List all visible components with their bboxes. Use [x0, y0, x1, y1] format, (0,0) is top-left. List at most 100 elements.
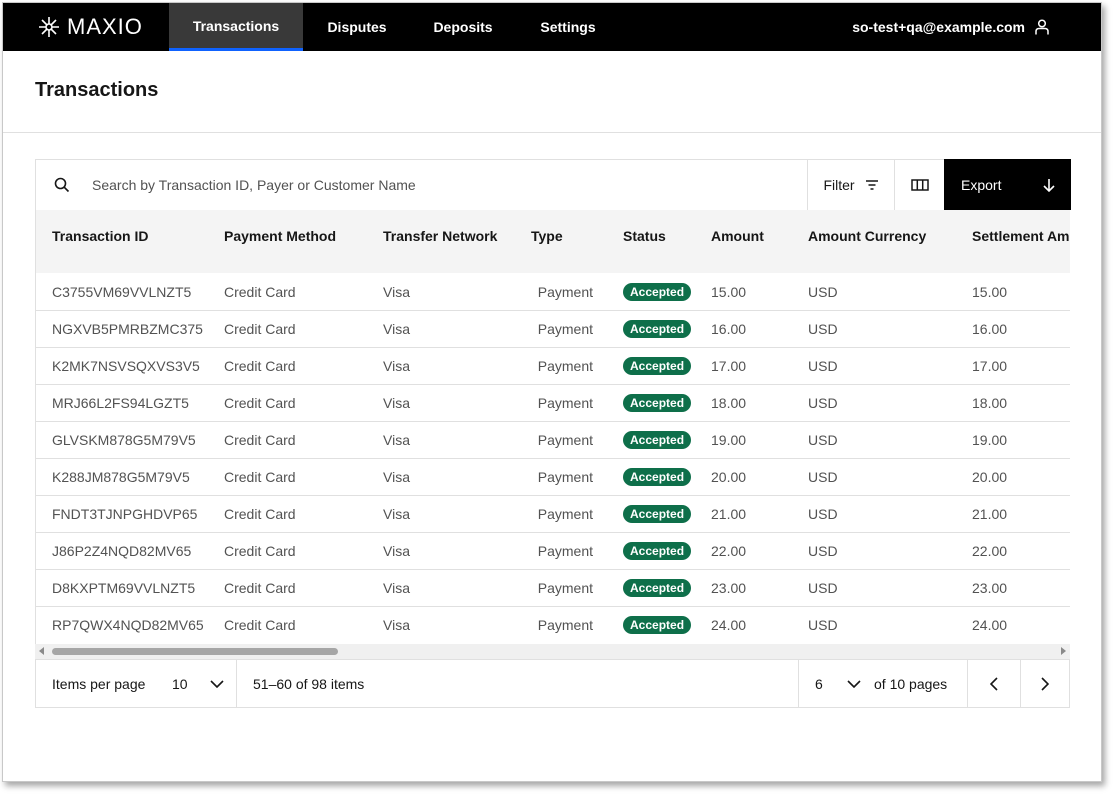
page-title: Transactions	[35, 79, 159, 101]
payment-method-cell: Credit Card	[224, 468, 296, 485]
status-badge: Accepted	[623, 430, 692, 449]
items-per-page-select[interactable]: 10	[172, 660, 236, 707]
table-row[interactable]: FNDT3TJNPGHDVP65 Credit Card Visa Payment Ac…	[36, 495, 1070, 532]
next-page-button[interactable]	[1021, 660, 1069, 707]
transfer-network-cell: Visa	[383, 579, 410, 596]
type-cell: Payment	[537, 357, 593, 374]
table-row[interactable]: MRJ66L2FS94LGZT5 Credit Card Visa Payment Ac…	[36, 384, 1070, 421]
settlement-amount-cell: 15.00	[972, 284, 1008, 301]
type-cell: Payment	[537, 505, 593, 522]
page-number-select[interactable]: 6	[815, 660, 861, 707]
status-cell: Accepted	[607, 347, 695, 384]
amount-cell: 22.00	[711, 542, 747, 559]
column-header[interactable]: Payment Method	[208, 210, 367, 273]
column-header[interactable]: Amount Currency	[792, 210, 956, 273]
amount-cell: 21.00	[711, 505, 747, 522]
search-icon	[54, 177, 70, 193]
settlement-amount-cell: 19.00	[972, 431, 1008, 448]
total-pages: of 10 pages	[874, 676, 948, 692]
top-nav: MAXIO Transactions Disputes Deposits Set…	[3, 3, 1101, 51]
transaction-id-cell: NGXVB5PMRBZMC375	[52, 320, 203, 337]
type-cell: Payment	[537, 394, 593, 411]
brand-name: MAXIO	[67, 14, 143, 39]
currency-cell: USD	[808, 468, 838, 485]
transfer-network-cell: Visa	[383, 505, 410, 522]
chevron-right-icon	[1041, 676, 1049, 691]
type-cell: Payment	[537, 468, 593, 485]
currency-cell: USD	[808, 320, 838, 337]
status-cell: Accepted	[607, 532, 695, 569]
scroll-right-icon[interactable]	[1061, 647, 1066, 655]
status-badge: Accepted	[623, 467, 692, 486]
currency-cell: USD	[808, 357, 838, 374]
column-header[interactable]: Amount	[695, 210, 792, 273]
payment-method-cell: Credit Card	[224, 542, 296, 559]
payment-method-cell: Credit Card	[224, 284, 296, 301]
scroll-left-icon[interactable]	[39, 647, 44, 655]
export-label: Export	[961, 176, 1002, 193]
transfer-network-cell: Visa	[383, 542, 410, 559]
status-cell: Accepted	[607, 458, 695, 495]
arrow-down-icon	[1043, 178, 1055, 192]
table-row[interactable]: K2MK7NSVSQXVS3V5 Credit Card Visa Payment Ac…	[36, 347, 1070, 384]
user-menu[interactable]: so-test+qa@example.com	[852, 3, 1049, 51]
filter-button[interactable]: Filter	[807, 160, 894, 210]
transfer-network-cell: Visa	[383, 284, 410, 301]
status-cell: Accepted	[607, 569, 695, 606]
app-window: MAXIO Transactions Disputes Deposits Set…	[2, 2, 1102, 782]
payment-method-cell: Credit Card	[224, 616, 296, 633]
table-row[interactable]: D8KXPTM69VVLNZT5 Credit Card Visa Payment Ac…	[36, 569, 1070, 606]
type-cell: Payment	[537, 320, 593, 337]
column-header[interactable]: Status	[607, 210, 695, 273]
status-cell: Accepted	[607, 273, 695, 310]
table-row[interactable]: J86P2Z4NQD82MV65 Credit Card Visa Payment Ac…	[36, 532, 1070, 569]
payment-method-cell: Credit Card	[224, 579, 296, 596]
search-input[interactable]	[76, 160, 806, 210]
payment-method-cell: Credit Card	[224, 394, 296, 411]
column-header[interactable]: Transfer Network	[367, 210, 521, 273]
scrollbar-thumb[interactable]	[52, 648, 338, 655]
transaction-id-cell: MRJ66L2FS94LGZT5	[52, 394, 189, 411]
tab-settings[interactable]: Settings	[515, 3, 621, 51]
table-header-row: Transaction ID Payment Method Transfer N…	[36, 210, 1070, 273]
payment-method-cell: Credit Card	[224, 431, 296, 448]
table-row[interactable]: NGXVB5PMRBZMC375 Credit Card Visa Payment Ac…	[36, 310, 1070, 347]
transfer-network-cell: Visa	[383, 431, 410, 448]
table-row[interactable]: RP7QWX4NQD82MV65 Credit Card Visa Payment Ac…	[36, 606, 1070, 643]
amount-cell: 19.00	[711, 431, 747, 448]
status-badge: Accepted	[623, 578, 692, 597]
transaction-id-cell: GLVSKM878G5M79V5	[52, 431, 196, 448]
type-cell: Payment	[537, 542, 593, 559]
column-header[interactable]: Transaction ID	[36, 210, 208, 273]
brand-logo[interactable]: MAXIO	[37, 13, 143, 41]
status-badge: Accepted	[623, 541, 692, 560]
table-row[interactable]: K288JM878G5M79V5 Credit Card Visa Payment Ac…	[36, 458, 1070, 495]
tab-label: Settings	[540, 19, 596, 35]
type-cell: Payment	[537, 431, 593, 448]
column-header[interactable]: Settlement Amount	[956, 210, 1070, 273]
table-row[interactable]: GLVSKM878G5M79V5 Credit Card Visa Payment Ac…	[36, 421, 1070, 458]
tab-transactions[interactable]: Transactions	[169, 3, 303, 51]
export-button[interactable]: Export	[944, 159, 1071, 210]
settlement-amount-cell: 16.00	[972, 320, 1008, 337]
transaction-id-cell: RP7QWX4NQD82MV65	[52, 616, 204, 633]
columns-button[interactable]	[894, 160, 944, 210]
column-header[interactable]: Type	[521, 210, 607, 273]
currency-cell: USD	[808, 542, 838, 559]
settlement-amount-cell: 17.00	[972, 357, 1008, 374]
items-per-page-label: Items per page	[52, 676, 146, 692]
tab-disputes[interactable]: Disputes	[303, 3, 411, 51]
status-cell: Accepted	[607, 384, 695, 421]
transaction-id-cell: FNDT3TJNPGHDVP65	[52, 505, 198, 522]
horizontal-scrollbar[interactable]	[35, 644, 1070, 659]
previous-page-button[interactable]	[968, 660, 1020, 707]
status-badge: Accepted	[623, 283, 692, 302]
table-row[interactable]: C3755VM69VVLNZT5 Credit Card Visa Payment Ac…	[36, 273, 1070, 310]
amount-cell: 24.00	[711, 616, 747, 633]
status-badge: Accepted	[623, 319, 692, 338]
tab-deposits[interactable]: Deposits	[411, 3, 515, 51]
settlement-amount-cell: 23.00	[972, 579, 1008, 596]
currency-cell: USD	[808, 431, 838, 448]
transfer-network-cell: Visa	[383, 394, 410, 411]
payment-method-cell: Credit Card	[224, 357, 296, 374]
